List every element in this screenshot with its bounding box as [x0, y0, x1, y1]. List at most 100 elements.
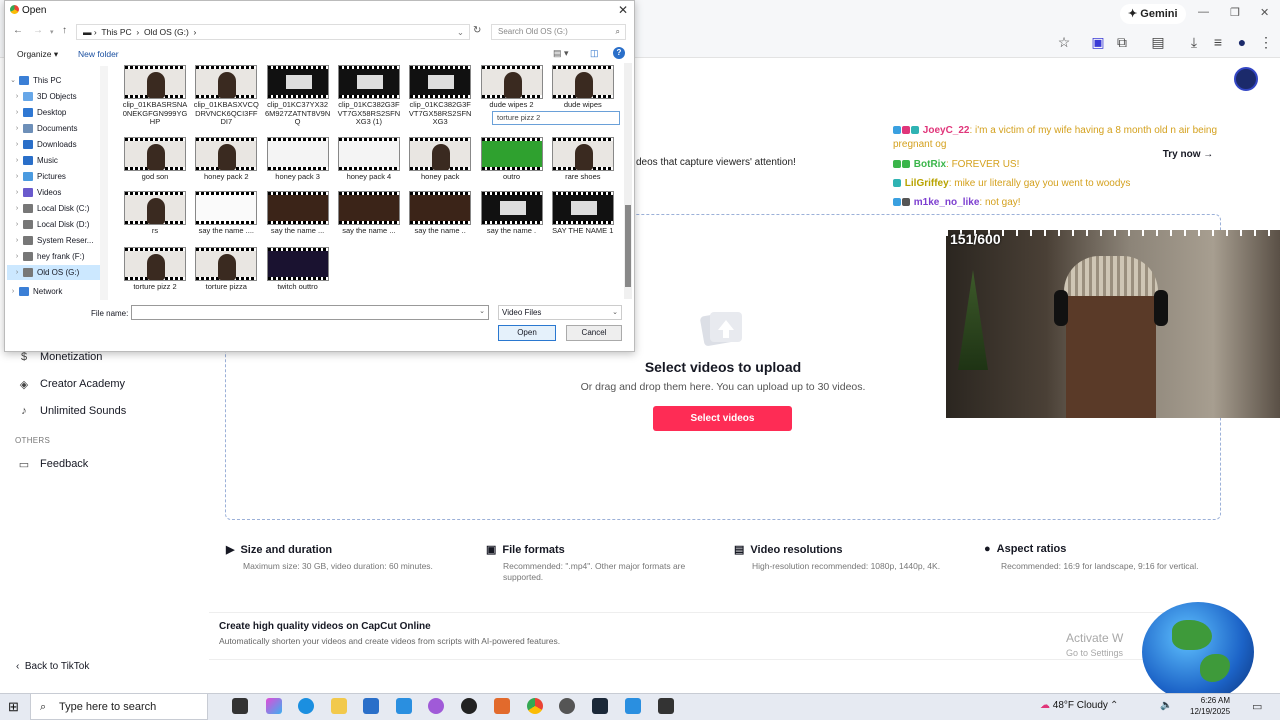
- address-bar[interactable]: ▬ › This PC › Old OS (G:) › ⌄: [76, 24, 470, 40]
- file-item[interactable]: torture pizz 2: [122, 247, 188, 292]
- up-arrow-icon[interactable]: ↑: [62, 25, 67, 36]
- minimize-icon[interactable]: —: [1198, 6, 1209, 18]
- sidebar-item-creator-academy[interactable]: ◈ Creator Academy: [18, 374, 125, 394]
- bookmark-star-icon[interactable]: ☆: [1056, 34, 1072, 50]
- select-videos-button[interactable]: Select videos: [653, 406, 792, 431]
- sidebar-toggle-icon[interactable]: ▤: [1150, 34, 1166, 50]
- tree-item[interactable]: › Local Disk (D:): [7, 217, 105, 232]
- chevron-right-icon[interactable]: ›: [11, 185, 23, 200]
- file-item[interactable]: honey pack: [407, 137, 473, 182]
- recent-dropdown-icon[interactable]: ▾: [50, 28, 54, 36]
- tree-item[interactable]: › Music: [7, 153, 105, 168]
- chevron-down-icon[interactable]: ⌄: [7, 73, 19, 88]
- organize-button[interactable]: Organize ▾: [17, 49, 58, 60]
- rename-input[interactable]: torture pizz 2: [492, 111, 620, 125]
- file-item[interactable]: say the name ....: [193, 191, 259, 236]
- windows-start-icon[interactable]: ⊞: [8, 700, 19, 714]
- refresh-icon[interactable]: ↻: [473, 25, 481, 36]
- file-item[interactable]: outro: [479, 137, 545, 182]
- open-button[interactable]: Open: [498, 325, 556, 341]
- navigation-tree[interactable]: ⌄ This PC › 3D Objects › Desktop › Documents › Do…: [7, 66, 105, 300]
- file-item[interactable]: clip_01KC382G3F VT7GX58RS2SFNXG3: [407, 65, 473, 127]
- profile-icon[interactable]: ●: [1234, 34, 1250, 50]
- file-item[interactable]: clip_01KC37YX32 6M927ZATNT8V9NQ: [265, 65, 331, 127]
- notifications-icon[interactable]: ▭: [1252, 700, 1262, 713]
- preview-pane-icon[interactable]: ◫: [590, 48, 599, 59]
- file-item[interactable]: rs: [122, 191, 188, 236]
- chevron-right-icon[interactable]: ›: [11, 153, 23, 168]
- file-item[interactable]: dude wipes: [550, 65, 616, 110]
- tree-item[interactable]: › Local Disk (C:): [7, 201, 105, 216]
- settings-gear-icon[interactable]: [559, 698, 575, 714]
- tree-item[interactable]: › Downloads: [7, 137, 105, 152]
- restore-icon[interactable]: ❐: [1230, 6, 1240, 19]
- file-item[interactable]: say the name ...: [265, 191, 331, 236]
- file-item[interactable]: say the name ...: [336, 191, 402, 236]
- close-window-icon[interactable]: ✕: [1260, 6, 1269, 19]
- scrollbar-thumb[interactable]: [625, 205, 631, 287]
- search-input[interactable]: Search Old OS (G:) ⌕: [491, 24, 626, 40]
- chrome-icon[interactable]: [527, 698, 543, 714]
- cancel-button[interactable]: Cancel: [566, 325, 622, 341]
- download-icon[interactable]: ⤓: [1186, 34, 1202, 50]
- extension-icon[interactable]: ▣: [1090, 34, 1106, 50]
- taskbar-search[interactable]: ⌕ Type here to search: [30, 693, 208, 720]
- app-icon[interactable]: [494, 698, 510, 714]
- close-icon[interactable]: ✕: [618, 3, 628, 17]
- file-item[interactable]: clip_01KC382G3F VT7GX58RS2SFNXG3 (1): [336, 65, 402, 127]
- file-item[interactable]: god son: [122, 137, 188, 182]
- chevron-right-icon[interactable]: ›: [11, 169, 23, 184]
- edge-icon[interactable]: [298, 698, 314, 714]
- file-item[interactable]: SAY THE NAME 1: [550, 191, 616, 236]
- file-item[interactable]: honey pack 3: [265, 137, 331, 182]
- breadcrumb[interactable]: Old OS (G:): [144, 27, 189, 37]
- chevron-right-icon[interactable]: ›: [11, 233, 23, 248]
- file-item[interactable]: rare shoes: [550, 137, 616, 182]
- new-folder-button[interactable]: New folder: [78, 49, 119, 59]
- task-view-icon[interactable]: [232, 698, 248, 714]
- file-item[interactable]: twitch outtro: [265, 247, 331, 292]
- weather-widget[interactable]: ☁ 48°F Cloudy: [1040, 700, 1108, 711]
- capcut-icon[interactable]: [658, 698, 674, 714]
- chevron-right-icon[interactable]: ›: [11, 217, 23, 232]
- chevron-right-icon[interactable]: ›: [11, 121, 23, 136]
- store-icon[interactable]: [363, 698, 379, 714]
- file-name-input[interactable]: ⌄: [131, 305, 489, 320]
- avatar[interactable]: [1234, 67, 1258, 91]
- file-type-select[interactable]: Video Files ⌄: [498, 305, 622, 320]
- chevron-right-icon[interactable]: ›: [11, 89, 23, 104]
- file-item[interactable]: honey pack 2: [193, 137, 259, 182]
- breadcrumb[interactable]: This PC: [101, 27, 131, 37]
- chevron-right-icon[interactable]: ›: [11, 265, 23, 280]
- copilot-icon[interactable]: [266, 698, 282, 714]
- view-options-icon[interactable]: ▤ ▾: [553, 48, 569, 59]
- app-icon[interactable]: [461, 698, 477, 714]
- file-explorer-icon[interactable]: [331, 698, 347, 714]
- file-item[interactable]: torture pizza: [193, 247, 259, 292]
- tree-item[interactable]: › Videos: [7, 185, 105, 200]
- chevron-right-icon[interactable]: ›: [11, 249, 23, 264]
- tree-item[interactable]: ⌄ This PC: [7, 73, 105, 88]
- tree-item[interactable]: › Old OS (G:): [7, 265, 105, 280]
- file-item[interactable]: say the name ..: [407, 191, 473, 236]
- sidebar-item-unlimited-sounds[interactable]: ♪ Unlimited Sounds: [18, 401, 126, 421]
- chevron-right-icon[interactable]: ›: [7, 284, 19, 299]
- tree-item[interactable]: › Documents: [7, 121, 105, 136]
- chevron-right-icon[interactable]: ›: [11, 137, 23, 152]
- chevron-down-icon[interactable]: ⌄: [457, 25, 464, 39]
- forward-arrow-icon[interactable]: →: [33, 25, 43, 36]
- obs-icon[interactable]: [428, 698, 444, 714]
- volume-icon[interactable]: 🔈: [1160, 700, 1172, 711]
- file-item[interactable]: clip_01KBASXVCQDRVNCK6QCI3FFDI7: [193, 65, 259, 127]
- file-item[interactable]: say the name .: [479, 191, 545, 236]
- app-icon[interactable]: [625, 698, 641, 714]
- app-icon[interactable]: [396, 698, 412, 714]
- chevron-right-icon[interactable]: ›: [11, 201, 23, 216]
- tree-item[interactable]: › 3D Objects: [7, 89, 105, 104]
- file-item[interactable]: dude wipes 2: [479, 65, 545, 110]
- sidebar-item-feedback[interactable]: ▭ Feedback: [18, 454, 89, 474]
- back-to-tiktok-link[interactable]: ‹ Back to TikTok: [16, 661, 89, 672]
- file-grid[interactable]: clip_01KBASRSNA0NEKGFGN999YGHP clip_01KBA…: [118, 63, 626, 299]
- media-icon[interactable]: ≡: [1210, 34, 1226, 50]
- puzzle-icon[interactable]: ⧉: [1114, 34, 1130, 50]
